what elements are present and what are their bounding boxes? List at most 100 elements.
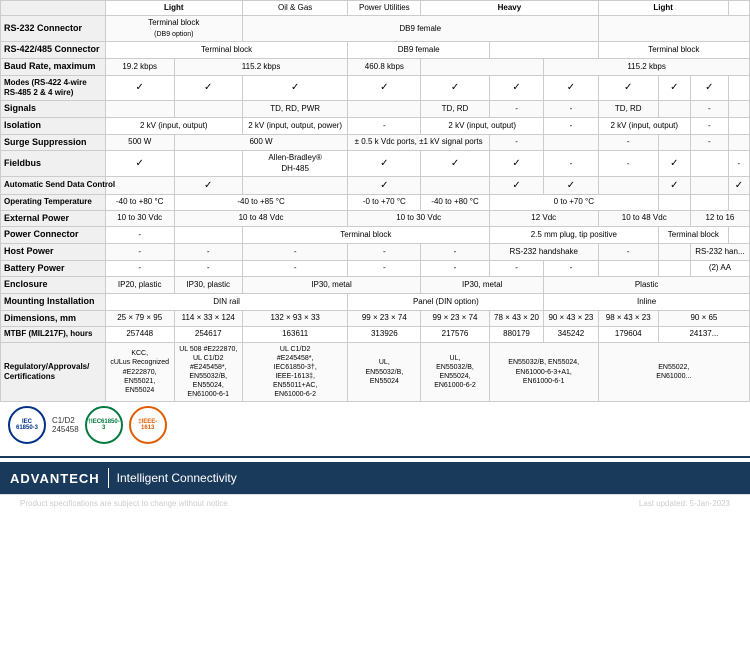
table-row: Dimensions, mm 25 × 79 × 95 114 × 33 × 1… bbox=[1, 310, 750, 327]
row-label: Regulatory/Approvals/Certifications bbox=[1, 342, 106, 402]
table-row: Fieldbus ✓ Allen-Bradley®DH-485 ✓ ✓ ✓ - … bbox=[1, 151, 750, 177]
footer-bar: ADVANTECH Intelligent Connectivity bbox=[0, 462, 750, 494]
table-cell: ✓ bbox=[690, 75, 728, 101]
table-cell bbox=[690, 177, 728, 195]
table-cell bbox=[728, 118, 749, 135]
table-cell: - bbox=[489, 260, 543, 277]
iec61850-badge2: †IEC61850-3 bbox=[85, 406, 123, 444]
table-cell: ✓ bbox=[421, 75, 490, 101]
table-row: Mounting Installation DIN rail Panel (DI… bbox=[1, 294, 750, 311]
table-row: Isolation 2 kV (input, output) 2 kV (inp… bbox=[1, 118, 750, 135]
brand-name: ADVANTECH bbox=[10, 471, 100, 486]
table-cell bbox=[690, 151, 728, 177]
col-header: Oil & Gas bbox=[242, 1, 348, 16]
row-label: Automatic Send Data Control bbox=[1, 177, 106, 195]
table-cell bbox=[728, 101, 749, 118]
table-cell bbox=[242, 177, 348, 195]
table-cell: - bbox=[544, 101, 598, 118]
row-label: Fieldbus bbox=[1, 151, 106, 177]
table-cell: - bbox=[105, 243, 174, 260]
table-cell: 115.2 kbps bbox=[174, 58, 348, 75]
table-cell bbox=[489, 42, 598, 59]
table-cell: UL,EN55032/B,EN55024 bbox=[348, 342, 421, 402]
table-cell: ✓ bbox=[658, 177, 690, 195]
row-label: Battery Power bbox=[1, 260, 106, 277]
table-cell: 880179 bbox=[489, 327, 543, 342]
table-row: Enclosure IP20, plastic IP30, plastic IP… bbox=[1, 277, 750, 294]
table-cell: IP30, plastic bbox=[174, 277, 242, 294]
table-cell bbox=[728, 134, 749, 151]
table-cell bbox=[105, 177, 174, 195]
col-header: Heavy bbox=[421, 1, 598, 16]
table-row: Modes (RS-422 4-wireRS-485 2 & 4 wire) ✓… bbox=[1, 75, 750, 101]
table-cell: 2.5 mm plug, tip positive bbox=[489, 227, 658, 244]
row-label bbox=[1, 1, 106, 16]
table-cell: TD, RD bbox=[421, 101, 490, 118]
col-header bbox=[728, 1, 749, 16]
row-label: Signals bbox=[1, 101, 106, 118]
table-cell: ✓ bbox=[174, 177, 242, 195]
row-label: Modes (RS-422 4-wireRS-485 2 & 4 wire) bbox=[1, 75, 106, 101]
ieee1613-badge: ‡IEEE-1613 bbox=[129, 406, 167, 444]
table-cell: 179604 bbox=[598, 327, 658, 342]
table-cell: Terminal block bbox=[598, 42, 749, 59]
table-cell: - bbox=[421, 243, 490, 260]
table-row: MTBF (MIL217F), hours 257448 254617 1636… bbox=[1, 327, 750, 342]
footer-divider bbox=[108, 468, 109, 488]
table-cell: -40 to +80 °C bbox=[421, 195, 490, 210]
table-cell: ✓ bbox=[728, 177, 749, 195]
table-cell: - bbox=[728, 151, 749, 177]
table-cell: - bbox=[544, 151, 598, 177]
iec61850-badge: IEC61850-3 bbox=[8, 406, 46, 444]
table-cell bbox=[658, 260, 690, 277]
table-cell: 460.8 kbps bbox=[348, 58, 421, 75]
row-label: RS-422/485 Connector bbox=[1, 42, 106, 59]
table-row: RS-422/485 Connector Terminal block DB9 … bbox=[1, 42, 750, 59]
table-cell: RS-232 han... bbox=[690, 243, 749, 260]
table-cell: ✓ bbox=[658, 151, 690, 177]
table-cell: ✓ bbox=[544, 177, 598, 195]
table-cell: 10 to 48 Vdc bbox=[598, 210, 690, 227]
table-cell: ✓ bbox=[348, 75, 421, 101]
table-cell bbox=[421, 58, 544, 75]
table-cell: UL C1/D2#E245458*,IEC61850-3†,IEEE-1613‡… bbox=[242, 342, 348, 402]
table-cell: -0 to +70 °C bbox=[348, 195, 421, 210]
table-cell: -40 to +80 °C bbox=[105, 195, 174, 210]
table-cell: UL 508 #E222870,UL C1/D2#E245458*,EN5503… bbox=[174, 342, 242, 402]
table-cell: 12 to 16 bbox=[690, 210, 749, 227]
table-cell: 345242 bbox=[544, 327, 598, 342]
table-cell bbox=[544, 134, 598, 151]
row-label: Mounting Installation bbox=[1, 294, 106, 311]
table-row: RS-232 Connector Terminal block(DB9 opti… bbox=[1, 16, 750, 42]
table-cell: - bbox=[242, 243, 348, 260]
spec-table-container: Light Oil & Gas Power Utilities Heavy Li… bbox=[0, 0, 750, 448]
table-cell: 115.2 kbps bbox=[544, 58, 750, 75]
row-label: Power Connector bbox=[1, 227, 106, 244]
table-cell: - bbox=[348, 243, 421, 260]
table-cell: 254617 bbox=[174, 327, 242, 342]
table-cell: ✓ bbox=[658, 75, 690, 101]
certification-badges: IEC61850-3 C1/D2245458 †IEC61850-3 ‡IEEE… bbox=[0, 402, 750, 448]
table-cell: 78 × 43 × 20 bbox=[489, 310, 543, 327]
table-cell: Terminal block bbox=[658, 227, 728, 244]
table-cell: Allen-Bradley®DH-485 bbox=[242, 151, 348, 177]
table-cell: IP30, metal bbox=[421, 277, 544, 294]
table-cell: ✓ bbox=[544, 75, 598, 101]
table-cell: TD, RD bbox=[598, 101, 658, 118]
table-row: Light Oil & Gas Power Utilities Heavy Li… bbox=[1, 1, 750, 16]
table-cell: EN55032/B, EN55024,EN61000-6-3+A1,EN6100… bbox=[489, 342, 598, 402]
table-cell: Plastic bbox=[544, 277, 750, 294]
table-cell: KCC,cULus Recognized#E222870,EN55021,EN5… bbox=[105, 342, 174, 402]
table-cell: ✓ bbox=[348, 177, 421, 195]
table-cell bbox=[174, 227, 242, 244]
table-cell: 114 × 33 × 124 bbox=[174, 310, 242, 327]
table-cell: Terminal block(DB9 option) bbox=[105, 16, 242, 42]
table-cell: - bbox=[690, 134, 728, 151]
c1d2-label: C1/D2245458 bbox=[52, 416, 79, 434]
col-header: Light bbox=[105, 1, 242, 16]
table-cell bbox=[728, 227, 749, 244]
table-cell: (2) AA bbox=[690, 260, 749, 277]
table-cell: 12 Vdc bbox=[489, 210, 598, 227]
table-cell: Terminal block bbox=[105, 42, 348, 59]
row-label: Isolation bbox=[1, 118, 106, 135]
